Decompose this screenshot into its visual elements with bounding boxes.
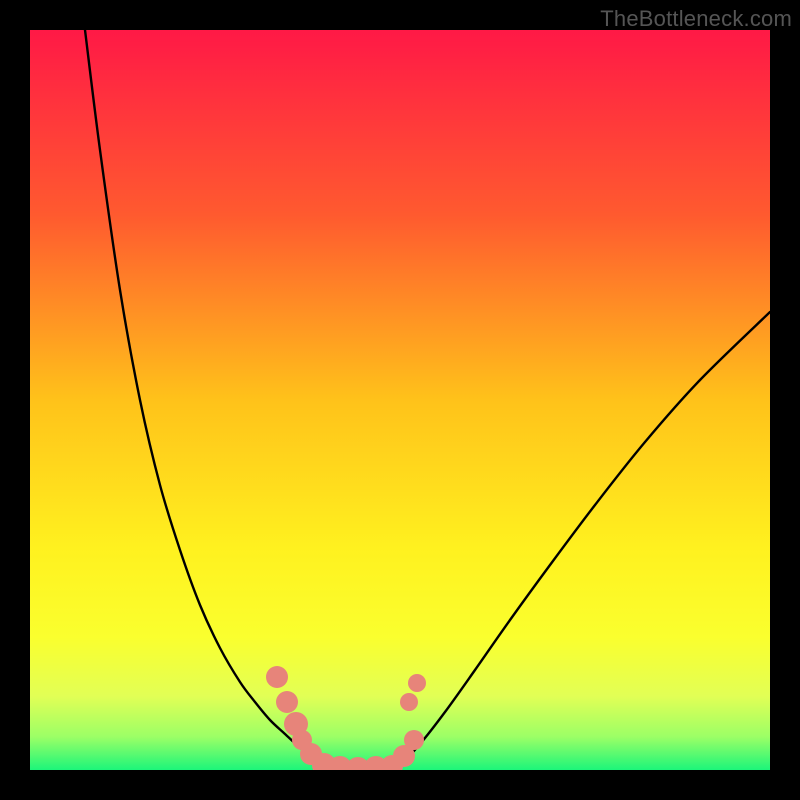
data-marker bbox=[266, 666, 288, 688]
plot-area bbox=[30, 30, 770, 770]
data-marker bbox=[276, 691, 298, 713]
data-marker bbox=[400, 693, 418, 711]
watermark-text: TheBottleneck.com bbox=[600, 6, 792, 32]
chart-svg bbox=[30, 30, 770, 770]
data-marker bbox=[404, 730, 424, 750]
data-marker bbox=[408, 674, 426, 692]
chart-frame: TheBottleneck.com bbox=[0, 0, 800, 800]
